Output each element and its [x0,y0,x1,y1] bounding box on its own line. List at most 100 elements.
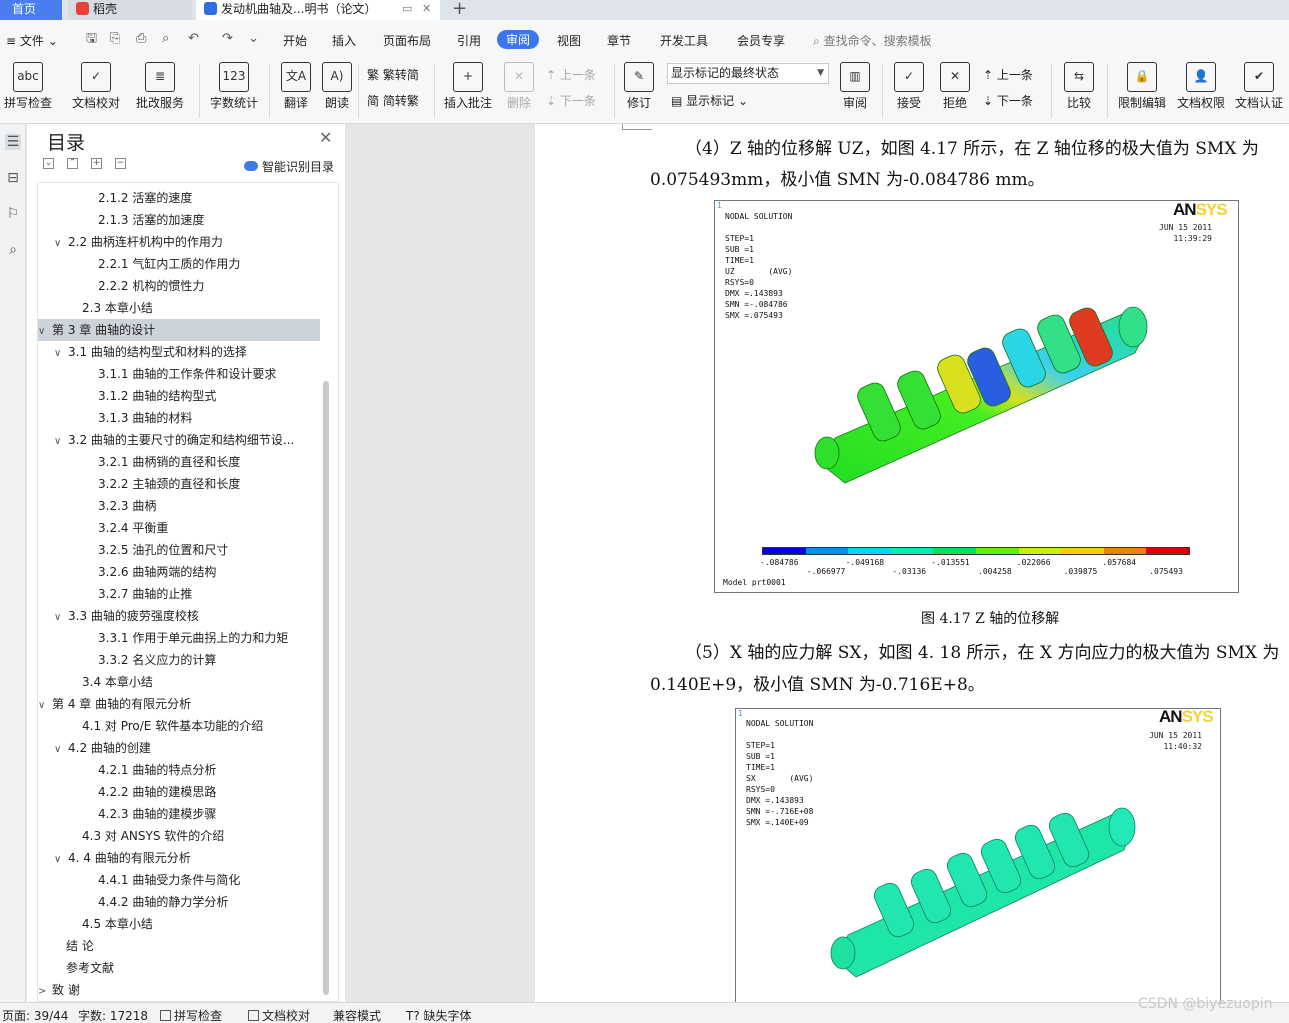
doc-permission-button[interactable]: 👤 文档权限 [1176,62,1226,111]
toc-item[interactable]: 3.1.3 曲轴的材料 [38,407,320,429]
read-aloud-button[interactable]: A) 朗读 [322,62,352,111]
toc-item[interactable]: 3.3.2 名义应力的计算 [38,649,320,671]
next-comment-button[interactable]: ⇣ 下一条 [546,92,596,109]
menu-developer[interactable]: 开发工具 [660,32,708,49]
toc-item[interactable]: 参考文献 [38,957,320,979]
to-traditional-button[interactable]: 繁 繁转简 [367,66,419,83]
toc-item[interactable]: ∨ 4.2 曲轴的创建 [38,737,320,759]
chevron-down-icon[interactable]: ∨ [54,607,68,627]
delete-comment-button[interactable]: ✕ 删除 [502,62,536,111]
chevron-right-icon[interactable]: > [38,981,52,1001]
toc-item[interactable]: 4.4.2 曲轴的静力学分析 [38,891,320,913]
chevron-down-icon[interactable]: ∨ [54,233,68,253]
status-doc-proof[interactable]: 文档校对 [248,1007,310,1023]
bookmark-icon[interactable]: ⚐ [5,206,21,222]
toc-item[interactable]: 2.1.2 活塞的速度 [38,187,320,209]
menu-review[interactable]: 审阅 [497,30,540,49]
toc-item[interactable]: 3.3.1 作用于单元曲拐上的力和力矩 [38,627,320,649]
doc-proof-button[interactable]: ✓ 文档校对 [72,62,120,111]
word-count-button[interactable]: 123 字数统计 [209,62,259,111]
toc-item[interactable]: 3.2.5 油孔的位置和尺寸 [38,539,320,561]
toc-item[interactable]: 2.2.1 气缸内工质的作用力 [38,253,320,275]
smart-toc-button[interactable]: 智能识别目录 [244,158,334,175]
compare-button[interactable]: ⇆ 比较 [1061,62,1097,111]
word-count-indicator[interactable]: 字数: 17218 [78,1007,148,1023]
restrict-edit-button[interactable]: 🔒 限制编辑 [1116,62,1168,111]
review-pane-button[interactable]: ▥ 审阅 [838,62,872,111]
reject-button[interactable]: ✕ 拒绝 [938,62,972,111]
menu-view[interactable]: 视图 [557,32,581,49]
undo-icon[interactable]: ↶ [188,32,202,46]
toc-item[interactable]: 3.4 本章小结 [38,671,320,693]
ansys-figure-sx[interactable]: 1 NODAL SOLUTION STEP=1 SUB =1 TIME=1 SX… [735,707,1221,1002]
file-menu[interactable]: ≡ 文件 ⌄ [6,32,58,49]
toc-item[interactable]: ∨ 3.3 曲轴的疲劳强度校核 [38,605,320,627]
doc-auth-button[interactable]: ✔ 文档认证 [1234,62,1284,111]
toc-item[interactable]: 4.2.2 曲轴的建模思路 [38,781,320,803]
toc-item[interactable]: 4.1 对 Pro/E 软件基本功能的介绍 [38,715,320,737]
toc-item[interactable]: > 致 谢 [38,979,320,1001]
track-changes-button[interactable]: ✎ 修订 [622,62,656,111]
status-spell-check[interactable]: 拼写检查 [160,1007,222,1023]
menu-start[interactable]: 开始 [283,32,307,49]
ansys-figure-uz[interactable]: 1 NODAL SOLUTION STEP=1 SUB =1 TIME=1 UZ… [714,200,1239,593]
window-restore-icon[interactable]: ▭ [402,0,412,18]
chevron-down-icon[interactable]: ∨ [54,431,68,451]
spell-check-button[interactable]: abc 拼写检查 [4,62,52,111]
toc-item[interactable]: 4.4.1 曲轴受力条件与简化 [38,869,320,891]
to-simplified-button[interactable]: 简 简转繁 [367,92,419,109]
menu-member[interactable]: 会员专享 [737,32,785,49]
tab-home[interactable]: 首页 [0,0,62,20]
redo-icon[interactable]: ↷ [222,32,236,46]
chevron-down-icon[interactable]: ∨ [38,321,52,341]
prev-change-button[interactable]: ⇡ 上一条 [983,66,1033,83]
toc-item[interactable]: 4.2.1 曲轴的特点分析 [38,759,320,781]
toc-scrollbar[interactable] [323,381,329,995]
chevron-down-icon[interactable]: ∨ [54,849,68,869]
display-mode-select[interactable]: 显示标记的最终状态 ▼ [667,63,829,84]
prev-comment-button[interactable]: ⇡ 上一条 [546,66,596,83]
print-preview-icon[interactable]: ⌕ [162,32,176,46]
batch-service-button[interactable]: ≣ 批改服务 [131,62,189,111]
command-search[interactable]: ⌕ 查找命令、搜索模板 [813,32,932,49]
menu-insert[interactable]: 插入 [332,32,356,49]
close-icon[interactable]: ✕ [319,128,332,147]
toc-item[interactable]: 2.1.3 活塞的加速度 [38,209,320,231]
toc-item[interactable]: 3.1.2 曲轴的结构型式 [38,385,320,407]
document-page[interactable]: （4）Z 轴的位移解 UZ，如图 4.17 所示，在 Z 轴位移的极大值为 SM… [535,124,1289,1002]
save-icon[interactable]: 🖫 [86,32,100,46]
toc-item[interactable]: 3.2.7 曲轴的止推 [38,583,320,605]
expand-all-icon[interactable]: + [91,158,102,169]
translate-button[interactable]: 文A 翻译 [278,62,314,111]
menu-chapter[interactable]: 章节 [607,32,631,49]
toc-item[interactable]: 3.2.6 曲轴两端的结构 [38,561,320,583]
toc-item[interactable]: 3.1.1 曲轴的工作条件和设计要求 [38,363,320,385]
new-tab-button[interactable]: + [452,0,467,19]
toc-item[interactable]: 4.5 本章小结 [38,913,320,935]
missing-font-indicator[interactable]: T? 缺失字体 [406,1007,472,1023]
toc-item[interactable]: 3.2.2 主轴颈的直径和长度 [38,473,320,495]
chapter-icon[interactable]: ⊟ [5,170,21,186]
collapse-level-icon[interactable]: ⌄ [43,158,54,169]
menu-references[interactable]: 引用 [457,32,481,49]
tab-daoke[interactable]: 稻壳 [68,0,192,20]
page-indicator[interactable]: 页面: 39/44 [2,1007,68,1023]
chevron-down-icon[interactable]: ∨ [54,343,68,363]
print-icon[interactable]: ⎙ [136,32,150,46]
next-change-button[interactable]: ⇣ 下一条 [983,92,1033,109]
toc-item[interactable]: 2.2.2 机构的惯性力 [38,275,320,297]
chevron-down-icon[interactable]: ∨ [54,739,68,759]
menu-page-layout[interactable]: 页面布局 [383,32,431,49]
toc-item[interactable]: ∨ 第 4 章 曲轴的有限元分析 [38,693,320,715]
expand-level-icon[interactable]: ⌃ [67,158,78,169]
export-icon[interactable]: ⎘ [110,32,124,46]
toc-item[interactable]: 3.2.1 曲柄销的直径和长度 [38,451,320,473]
toc-item[interactable]: ∨ 3.2 曲轴的主要尺寸的确定和结构细节设... [38,429,320,451]
toc-item[interactable]: 3.2.4 平衡重 [38,517,320,539]
toc-item[interactable]: 3.2.3 曲柄 [38,495,320,517]
toc-item[interactable]: 4.3 对 ANSYS 软件的介绍 [38,825,320,847]
toc-item[interactable]: ∨ 2.2 曲柄连杆机构中的作用力 [38,231,320,253]
toc-item[interactable]: ∨ 4. 4 曲轴的有限元分析 [38,847,320,869]
close-tab-icon[interactable]: ✕ [422,0,431,18]
toc-item[interactable]: ∨ 3.1 曲轴的结构型式和材料的选择 [38,341,320,363]
